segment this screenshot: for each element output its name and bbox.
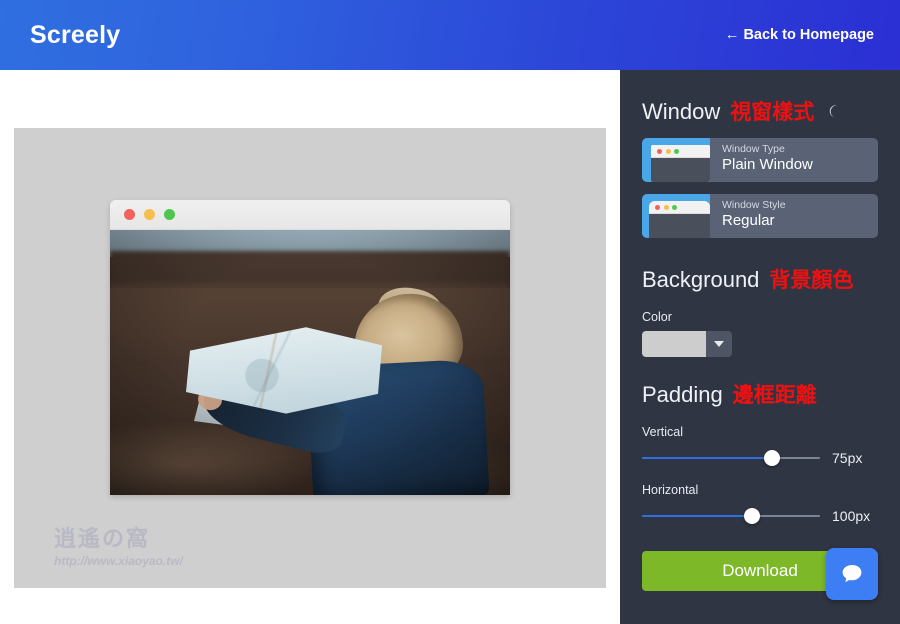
padding-section-header: Padding 邊框距離: [642, 379, 878, 409]
window-section-annotation: 視窗樣式: [730, 100, 815, 124]
window-type-thumbnail: [642, 138, 710, 182]
close-dot-icon: [124, 209, 135, 220]
preview-photo: [110, 230, 510, 495]
window-style-label: Window Style: [722, 199, 786, 211]
chat-bubble-icon[interactable]: [826, 548, 878, 600]
horizontal-padding-row: 100px: [642, 507, 878, 525]
screely-app: Screely ← Back to Homepage 逍遙の窩 http://w…: [0, 0, 900, 624]
background-section-header: Background 背景顏色: [642, 264, 878, 294]
padding-section-title: Padding: [642, 382, 723, 407]
chevron-down-icon[interactable]: [706, 331, 732, 357]
window-type-option[interactable]: Window Type Plain Window: [642, 138, 878, 182]
vertical-padding-row: 75px: [642, 449, 878, 467]
back-to-homepage-link[interactable]: ← Back to Homepage: [725, 27, 874, 43]
settings-sidebar: Window 視窗樣式 Window Type Plain Window Win…: [620, 70, 900, 624]
horizontal-slider-thumb[interactable]: [744, 508, 761, 524]
watermark-title: 逍遙の窩: [54, 527, 151, 552]
watermark-url: http://www.xiaoyao.tw/: [54, 554, 183, 568]
site-watermark: 逍遙の窩 http://www.xiaoyao.tw/: [54, 521, 274, 568]
color-field-label: Color: [642, 310, 672, 324]
preview-canvas-area: 逍遙の窩 http://www.xiaoyao.tw/: [0, 70, 620, 624]
moon-icon[interactable]: [826, 104, 841, 119]
window-type-label: Window Type: [722, 143, 785, 155]
window-style-thumbnail: [642, 194, 710, 238]
background-section-title: Background: [642, 267, 760, 292]
window-style-option[interactable]: Window Style Regular: [642, 194, 878, 238]
color-swatch[interactable]: [642, 331, 706, 357]
color-picker[interactable]: [642, 331, 732, 357]
app-header: Screely ← Back to Homepage: [0, 0, 900, 70]
brand-logo: Screely: [30, 20, 121, 49]
horizontal-padding-slider[interactable]: [642, 507, 820, 525]
window-section-title: Window: [642, 99, 721, 124]
minimize-dot-icon: [144, 209, 155, 220]
vertical-padding-value: 75px: [832, 450, 863, 466]
window-type-value: Plain Window: [722, 156, 813, 173]
vertical-slider-thumb[interactable]: [763, 450, 780, 466]
background-section-annotation: 背景顏色: [769, 268, 854, 292]
maximize-dot-icon: [164, 209, 175, 220]
window-section-header: Window 視窗樣式: [642, 96, 878, 126]
padding-section-annotation: 邊框距離: [732, 383, 817, 407]
horizontal-padding-value: 100px: [832, 508, 871, 524]
vertical-padding-label: Vertical: [642, 425, 683, 439]
horizontal-padding-label: Horizontal: [642, 483, 699, 497]
mock-window-preview[interactable]: [110, 200, 510, 495]
vertical-padding-slider[interactable]: [642, 449, 820, 467]
window-style-value: Regular: [722, 212, 775, 229]
mock-window-titlebar: [110, 200, 510, 230]
preview-background[interactable]: 逍遙の窩 http://www.xiaoyao.tw/: [14, 128, 606, 588]
